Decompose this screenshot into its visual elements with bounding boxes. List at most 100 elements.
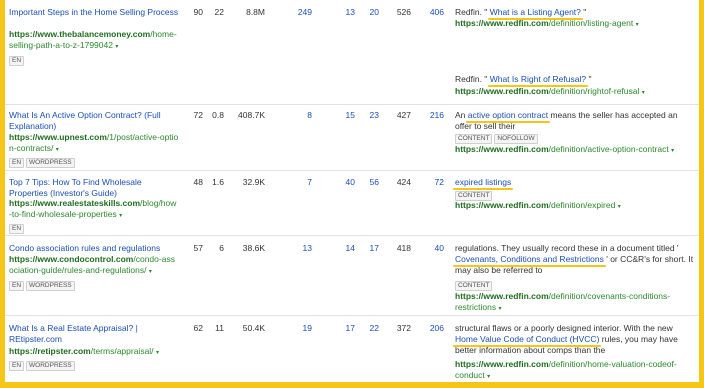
target-url[interactable]: https://www.redfin.com/definition/active… — [455, 144, 695, 157]
anchor-text[interactable]: active option contract — [468, 110, 548, 120]
referring-page-title[interactable]: What Is a Real Estate Appraisal? | REtip… — [9, 323, 179, 345]
anchor-text[interactable]: What Is Right of Refusal? — [490, 74, 586, 84]
snippet-text: An — [455, 110, 468, 120]
referring-page-url[interactable]: https://www.condocontrol.com/condo-assoc… — [9, 254, 179, 278]
referring-page-url[interactable]: https://www.realestateskills.com/blog/ho… — [9, 198, 179, 222]
linked-domains-link[interactable]: 14 — [329, 243, 355, 254]
snippet-text: " — [586, 74, 592, 84]
anchor-text[interactable]: Home Value Code of Conduct (HVCC) — [455, 334, 599, 344]
table-row: Condo association rules and regulations … — [5, 236, 699, 316]
chevron-down-icon[interactable]: ▾ — [671, 148, 674, 154]
referring-domains-link[interactable]: 8 — [275, 110, 312, 121]
target-url[interactable]: https://www.redfin.com/definition/home-v… — [455, 359, 695, 382]
traffic: 50.4K — [242, 323, 265, 333]
referring-page-link[interactable]: Important Steps in the Home Selling Proc… — [9, 7, 178, 17]
anchor-text[interactable]: What is a Listing Agent? — [490, 7, 581, 17]
table-row: Top 7 Tips: How To Find Wholesale Proper… — [5, 171, 699, 236]
language-tag: EN — [9, 158, 25, 168]
content-tag: CONTENT — [455, 281, 493, 291]
referring-page-title[interactable]: What Is An Active Option Contract? (Full… — [9, 110, 179, 132]
chevron-down-icon[interactable]: ▾ — [618, 204, 621, 210]
external-links-link[interactable]: 23 — [357, 110, 379, 121]
referring-domains-link[interactable]: 19 — [275, 323, 312, 334]
chevron-down-icon[interactable]: ▾ — [636, 22, 639, 28]
chevron-down-icon[interactable]: ▾ — [642, 90, 645, 96]
url-domain: https://www.thebalancemoney.com — [9, 29, 151, 39]
language-tag: EN — [9, 56, 25, 66]
referring-page-url[interactable]: https://retipster.com/terms/appraisal/ ▾ — [9, 346, 179, 359]
link-snippet: regulations. They usually record these i… — [455, 243, 695, 276]
snippet-text: Redfin. " — [455, 7, 490, 17]
keywords-link[interactable]: 206 — [415, 323, 444, 334]
referring-page-link[interactable]: Condo association rules and regulations — [9, 243, 160, 253]
traffic: 408.7K — [238, 110, 265, 120]
page-words: 424 — [396, 177, 411, 187]
backlinks-table: Important Steps in the Home Selling Proc… — [0, 0, 704, 388]
chevron-down-icon[interactable]: ▾ — [115, 44, 118, 50]
snippet-text: regulations. They usually record these i… — [455, 243, 679, 253]
language-tag: EN — [9, 281, 25, 291]
table-row: What Is An Active Option Contract? (Full… — [5, 105, 699, 171]
snippet-text: " — [580, 7, 587, 17]
referring-page-url[interactable]: https://www.upnest.com/1/post/active-opt… — [9, 132, 179, 156]
anchor-text[interactable]: Covenants, Conditions and Restrictions — [455, 254, 604, 264]
target-url[interactable]: https://www.redfin.com/definition/covena… — [455, 291, 695, 315]
anchor-text[interactable]: expired listings — [455, 177, 511, 187]
target-domain: https://www.redfin.com — [455, 200, 549, 210]
url-domain: https://www.condocontrol.com — [9, 254, 134, 264]
external-links-link[interactable]: 17 — [357, 243, 379, 254]
language-tag: EN — [9, 224, 25, 234]
referring-page-link[interactable]: What Is An Active Option Contract? (Full… — [9, 110, 161, 131]
chevron-down-icon[interactable]: ▾ — [156, 350, 159, 356]
external-links-link[interactable]: 56 — [357, 177, 379, 188]
url-domain: https://retipster.com — [9, 346, 91, 356]
target-url[interactable]: https://www.redfin.com/definition/listin… — [455, 18, 695, 31]
linked-domains-link[interactable]: 13 — [329, 7, 355, 18]
target-url[interactable]: https://www.redfin.com/definition/expire… — [455, 200, 695, 213]
referring-page-link[interactable]: What Is a Real Estate Appraisal? | REtip… — [9, 323, 138, 344]
keywords-link[interactable]: 216 — [415, 110, 444, 121]
url-rating: 0.8 — [212, 110, 224, 120]
target-domain: https://www.redfin.com — [455, 86, 549, 96]
link-snippet: Redfin. " What is a Listing Agent? " — [455, 7, 695, 18]
snippet-text: structural flaws or a poorly designed in… — [455, 323, 673, 333]
keywords-link[interactable]: 40 — [415, 243, 444, 254]
referring-domains-link[interactable]: 7 — [275, 177, 312, 188]
referring-domains-link[interactable]: 249 — [275, 7, 312, 18]
referring-page-url[interactable]: https://www.thebalancemoney.com/home-sel… — [9, 29, 179, 53]
target-domain: https://www.redfin.com — [455, 359, 549, 369]
url-rating: 1.6 — [212, 177, 224, 187]
page-words: 526 — [396, 7, 411, 17]
keywords-link[interactable]: 72 — [415, 177, 444, 188]
chevron-down-icon[interactable]: ▾ — [119, 213, 122, 219]
keywords-link[interactable]: 406 — [415, 7, 444, 18]
referring-domains-link[interactable]: 13 — [275, 243, 312, 254]
target-domain: https://www.redfin.com — [455, 18, 549, 28]
referring-page-link[interactable]: Top 7 Tips: How To Find Wholesale Proper… — [9, 177, 142, 198]
domain-rating: 48 — [193, 177, 203, 187]
linked-domains-link[interactable]: 40 — [329, 177, 355, 188]
chevron-down-icon[interactable]: ▾ — [149, 269, 152, 275]
link-snippet: An active option contract means the sell… — [455, 110, 695, 132]
linked-domains-link[interactable]: 17 — [329, 323, 355, 334]
external-links-link[interactable]: 20 — [357, 7, 379, 18]
target-path: /definition/expired — [548, 200, 616, 210]
domain-rating: 90 — [193, 7, 203, 17]
traffic: 32.9K — [242, 177, 265, 187]
link-snippet: Redfin. " What Is Right of Refusal? " — [455, 74, 695, 85]
link-snippet: structural flaws or a poorly designed in… — [455, 323, 695, 356]
cms-tag: WORDPRESS — [26, 158, 75, 168]
chevron-down-icon[interactable]: ▾ — [487, 374, 490, 380]
referring-page-title[interactable]: Important Steps in the Home Selling Proc… — [9, 7, 179, 18]
chevron-down-icon[interactable]: ▾ — [56, 147, 59, 153]
referring-page-title[interactable]: Top 7 Tips: How To Find Wholesale Proper… — [9, 177, 179, 199]
chevron-down-icon[interactable]: ▾ — [498, 306, 501, 312]
referring-page-title[interactable]: Condo association rules and regulations — [9, 243, 179, 254]
external-links-link[interactable]: 22 — [357, 323, 379, 334]
link-snippet: expired listings — [455, 177, 695, 188]
target-url[interactable]: https://www.redfin.com/definition/righto… — [455, 86, 695, 99]
linked-domains-link[interactable]: 15 — [329, 110, 355, 121]
target-path: /definition/active-option-contract — [548, 144, 669, 154]
domain-rating: 62 — [193, 323, 203, 333]
tag-list: EN WORDPRESS — [9, 359, 77, 371]
